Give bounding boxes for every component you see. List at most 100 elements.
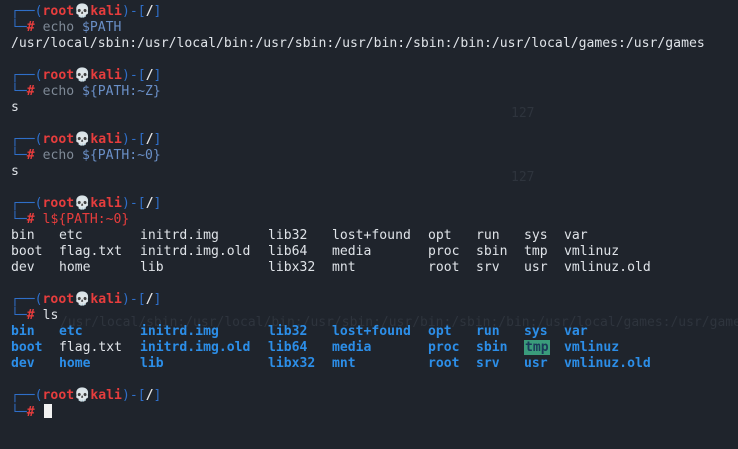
listing-entry-name: lost+found [332, 228, 411, 243]
listing-entry[interactable]: root [428, 260, 476, 276]
listing-entry-name: flag.txt [59, 340, 123, 355]
listing-entry[interactable]: dev [11, 260, 59, 276]
listing-entry[interactable]: bin [11, 324, 59, 340]
listing-entry-name: lib32 [268, 228, 308, 243]
listing-entry-name: vmlinuz.old [564, 356, 651, 371]
listing-entry[interactable]: initrd.img.old [140, 244, 268, 260]
listing-entry[interactable]: lost+found [332, 324, 428, 340]
listing-entry-name: libx32 [268, 356, 316, 371]
prompt-frame-mid: )-[ [121, 388, 146, 403]
listing-entry[interactable]: vmlinuz.old [564, 260, 654, 276]
prompt-cwd: / [145, 388, 154, 403]
listing-entry[interactable]: vmlinuz.old [564, 356, 654, 372]
prompt-frame-bottom: └─ [11, 405, 27, 420]
listing-entry[interactable]: lib64 [268, 340, 332, 356]
prompt-frame-top: ┌──( [11, 292, 43, 307]
prompt-frame-close: ] [153, 4, 162, 19]
listing-entry[interactable]: sbin [476, 244, 524, 260]
listing-entry[interactable]: lib32 [268, 324, 332, 340]
prompt-frame-bottom: └─ [11, 212, 27, 227]
prompt-user: root [42, 292, 75, 307]
command-output: s [11, 100, 19, 115]
command-output: /usr/local/sbin:/usr/local/bin:/usr/sbin… [11, 36, 705, 51]
listing-entry[interactable]: initrd.img [140, 228, 268, 244]
listing-entry[interactable]: libx32 [268, 260, 332, 276]
terminal-window[interactable]: 127 127 /usr/local/sbin:/usr/local/bin:/… [0, 0, 738, 449]
prompt-top-line: ┌──(root💀kali)-[/] [11, 388, 738, 404]
listing-entry[interactable]: lib [140, 260, 268, 276]
listing-row: bin etc initrd.img lib32 lost+found opt run sys… [11, 228, 738, 244]
listing-entry[interactable]: lib32 [268, 228, 332, 244]
listing-entry[interactable]: vmlinuz [564, 340, 654, 356]
listing-entry[interactable]: media [332, 340, 428, 356]
listing-entry[interactable]: var [564, 324, 654, 340]
listing-entry[interactable]: run [476, 324, 524, 340]
listing-entry[interactable]: libx32 [268, 356, 332, 372]
listing-entry[interactable]: etc [59, 228, 140, 244]
prompt-frame-mid: )-[ [121, 4, 146, 19]
listing-entry[interactable]: etc [59, 324, 140, 340]
listing-entry[interactable]: boot [11, 340, 59, 356]
listing-entry-name: dev [11, 356, 35, 371]
listing-entry[interactable]: sys [524, 228, 564, 244]
listing-entry[interactable]: sbin [476, 340, 524, 356]
listing-entry-name: initrd.img.old [140, 340, 251, 355]
listing-entry[interactable]: srv [476, 356, 524, 372]
listing-entry[interactable]: proc [428, 244, 476, 260]
listing-entry[interactable]: run [476, 228, 524, 244]
listing-entry[interactable]: mnt [332, 356, 428, 372]
listing-entry[interactable]: dev [11, 356, 59, 372]
listing-entry[interactable]: bin [11, 228, 59, 244]
listing-entry-name: usr [524, 356, 548, 371]
listing-entry-name: srv [476, 356, 500, 371]
listing-entry-name: tmp [524, 244, 548, 259]
listing-entry[interactable]: srv [476, 260, 524, 276]
listing-entry[interactable]: mnt [332, 260, 428, 276]
prompt-frame-top: ┌──( [11, 132, 43, 147]
terminal-cursor[interactable] [43, 404, 52, 418]
listing-entry[interactable]: flag.txt [59, 340, 140, 356]
listing-entry[interactable]: boot [11, 244, 59, 260]
listing-entry[interactable]: vmlinuz [564, 244, 654, 260]
listing-entry[interactable]: opt [428, 228, 476, 244]
prompt-frame-mid: )-[ [121, 292, 146, 307]
skull-icon: 💀 [74, 196, 91, 211]
listing-entry[interactable]: sys [524, 324, 564, 340]
listing-entry[interactable]: flag.txt [59, 244, 140, 260]
terminal-content: ┌──(root💀kali)-[/] └─# echo $PATH/usr/loc… [11, 4, 738, 420]
listing-entry[interactable]: root [428, 356, 476, 372]
prompt-symbol: # [26, 20, 35, 35]
listing-entry[interactable]: lib [140, 356, 268, 372]
listing-entry[interactable]: tmp [524, 244, 564, 260]
listing-entry-name: sys [524, 228, 548, 243]
listing-entry-name: home [59, 260, 91, 275]
listing-entry-name: home [59, 356, 91, 371]
listing-entry-name: sys [524, 324, 548, 339]
listing-entry[interactable]: usr [524, 260, 564, 276]
listing-entry[interactable]: initrd.img [140, 324, 268, 340]
listing-entry[interactable]: var [564, 228, 654, 244]
command-output: s [11, 164, 19, 179]
listing-entry[interactable]: opt [428, 324, 476, 340]
prompt-frame-top: ┌──( [11, 68, 43, 83]
listing-entry-name: flag.txt [59, 244, 123, 259]
listing-entry-name: sbin [476, 340, 508, 355]
listing-entry[interactable]: home [59, 356, 140, 372]
listing-entry[interactable]: home [59, 260, 140, 276]
listing-entry-name: proc [428, 244, 460, 259]
prompt-frame-close: ] [153, 388, 162, 403]
prompt-top-line: ┌──(root💀kali)-[/] [11, 68, 738, 84]
prompt-cwd: / [145, 196, 154, 211]
listing-entry-name: etc [59, 228, 83, 243]
listing-entry-name: var [564, 228, 588, 243]
listing-entry[interactable]: lib64 [268, 244, 332, 260]
listing-entry[interactable]: initrd.img.old [140, 340, 268, 356]
listing-entry[interactable]: proc [428, 340, 476, 356]
listing-entry[interactable]: media [332, 244, 428, 260]
listing-entry[interactable]: usr [524, 356, 564, 372]
listing-entry[interactable]: tmp [524, 340, 564, 356]
listing-entry[interactable]: lost+found [332, 228, 428, 244]
